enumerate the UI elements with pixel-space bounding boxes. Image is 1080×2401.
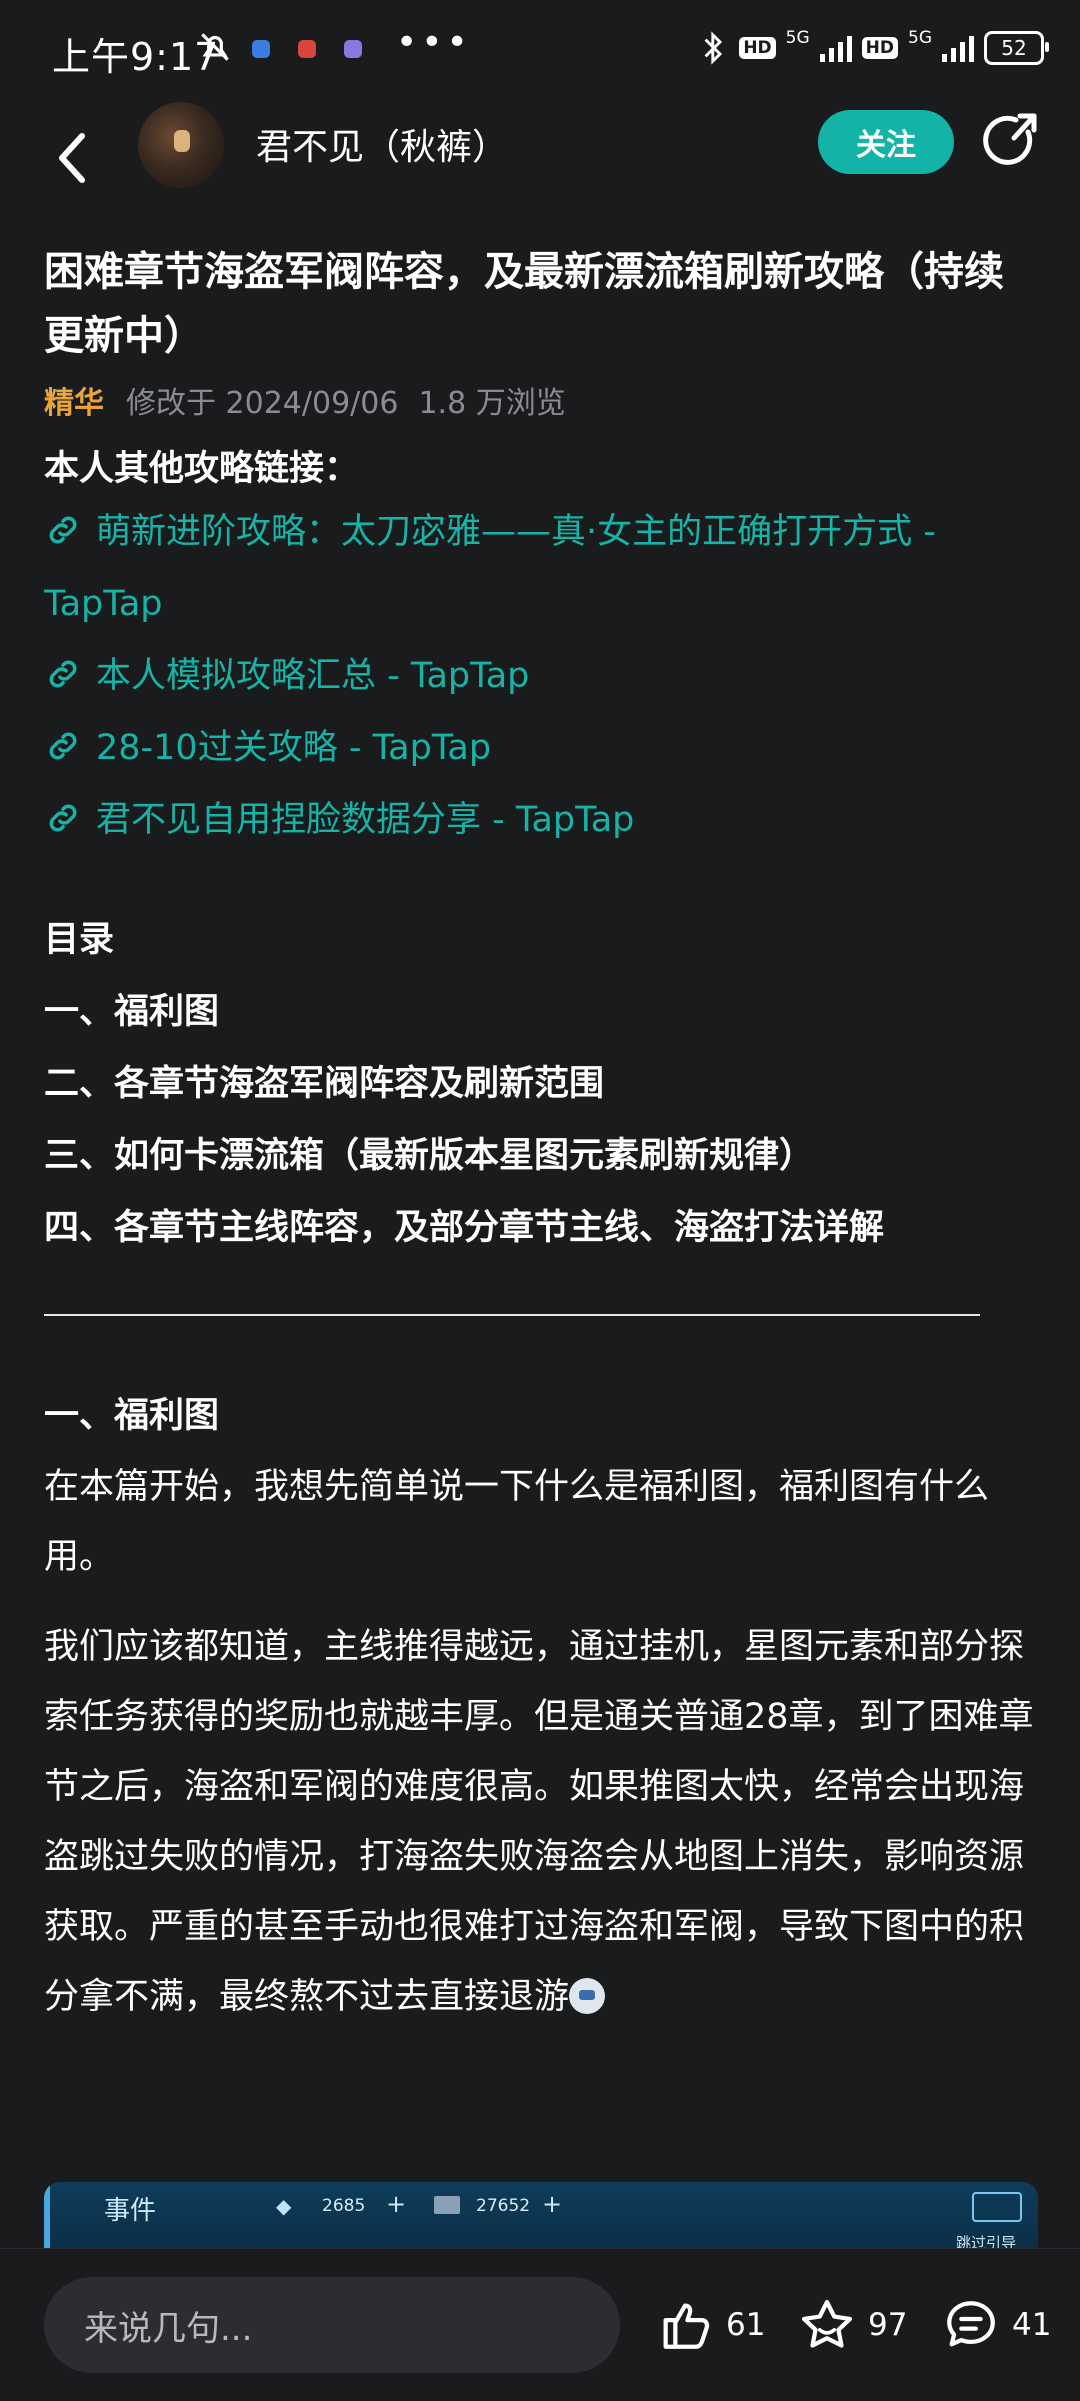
article-image[interactable]: 事件 ◆ 2685 + 27652 + 跳过引导 <box>44 2182 1038 2250</box>
bottom-action-bar: 来说几句... 61 97 41 <box>0 2248 1080 2401</box>
plus-icon: + <box>386 2190 407 2218</box>
gem-value: 2685 <box>322 2196 366 2216</box>
featured-tag: 精华 <box>44 386 104 421</box>
card-value: 27652 <box>476 2196 531 2216</box>
paragraph: 在本篇开始，我想先简单说一下什么是福利图，福利图有什么用。 <box>44 1467 990 1577</box>
like-button[interactable]: 61 <box>656 2293 765 2357</box>
article-title: 困难章节海盗军阀阵容，及最新漂流箱刷新攻略（持续更新中） <box>44 249 1004 359</box>
status-bar: 上午9:17 ••• HD 5G HD 5G 52 <box>0 0 1080 96</box>
paragraph-text: 我们应该都知道，主线推得越远，通过挂机，星图元素和部分探索任务获得的奖励也就越丰… <box>44 1627 1034 2017</box>
guide-link[interactable]: 萌新进阶攻略：太刀宓雅——真·女主的正确打开方式 - TapTap <box>44 496 1040 640</box>
toc-item: 四、各章节主线阵容，及部分章节主线、海盗打法详解 <box>44 1208 885 1248</box>
author-avatar[interactable] <box>138 102 224 188</box>
app-notification-icon <box>344 40 362 58</box>
card-icon <box>434 2196 460 2214</box>
guide-link[interactable]: 28-10过关攻略 - TapTap <box>44 712 1040 784</box>
link-icon <box>49 732 77 760</box>
image-title: 事件 <box>104 2196 157 2226</box>
network-label: 5G <box>785 28 810 48</box>
view-count: 1.8 万浏览 <box>418 386 566 421</box>
article-meta: 精华 修改于 2024/09/06 1.8 万浏览 <box>44 378 1040 422</box>
guide-link[interactable]: 本人模拟攻略汇总 - TapTap <box>44 640 1040 712</box>
link-icon <box>49 660 77 688</box>
status-indicators: HD 5G HD 5G 52 <box>699 28 1049 68</box>
paragraph: 我们应该都知道，主线推得越远，通过挂机，星图元素和部分探索任务获得的奖励也就越丰… <box>44 1612 1040 2032</box>
toc-item: 一、福利图 <box>44 992 220 1032</box>
article-body: 困难章节海盗军阀阵容，及最新漂流箱刷新攻略（持续更新中） 精华 修改于 2024… <box>44 240 1040 2032</box>
guide-link-label: 本人模拟攻略汇总 - TapTap <box>96 656 530 696</box>
share-icon[interactable] <box>982 110 1044 172</box>
bluetooth-icon <box>704 31 723 65</box>
signal-icon <box>942 34 974 62</box>
hd-badge: HD <box>739 37 776 59</box>
battery-icon: 52 <box>984 31 1049 65</box>
menu-icon <box>972 2192 1022 2222</box>
network-label: 5G <box>908 28 932 48</box>
comment-icon <box>947 2301 995 2347</box>
comment-count: 41 <box>1012 2307 1052 2343</box>
favorite-button[interactable]: 97 <box>798 2293 907 2357</box>
signal-icon <box>819 34 852 62</box>
links-heading: 本人其他攻略链接： <box>44 449 360 489</box>
like-count: 61 <box>726 2307 766 2343</box>
guide-link-label: 萌新进阶攻略：太刀宓雅——真·女主的正确打开方式 - TapTap <box>44 512 936 624</box>
divider <box>44 1314 980 1316</box>
favorite-count: 97 <box>868 2307 908 2343</box>
guide-link-label: 28-10过关攻略 - TapTap <box>96 728 492 768</box>
thumbs-up-icon <box>663 2303 710 2349</box>
toc-item: 三、如何卡漂流箱（最新版本星图元素刷新规律） <box>44 1136 815 1176</box>
author-name[interactable]: 君不见（秋裤） <box>256 118 508 170</box>
star-icon <box>801 2299 853 2348</box>
more-notifications-icon: ••• <box>396 22 472 63</box>
back-arrow-icon[interactable] <box>44 114 104 204</box>
guide-link-label: 君不见自用捏脸数据分享 - TapTap <box>96 800 635 840</box>
toc-title: 目录 <box>44 920 115 960</box>
link-icon <box>49 516 77 544</box>
post-header: 君不见（秋裤） 关注 <box>0 96 1080 246</box>
emoji-icon <box>569 1978 606 2014</box>
bell-muted-icon <box>201 33 229 61</box>
comments-button[interactable]: 41 <box>942 2293 1051 2357</box>
comment-input[interactable]: 来说几句... <box>44 2277 620 2373</box>
modified-date: 修改于 2024/09/06 <box>126 386 399 421</box>
app-notification-icon <box>298 40 316 58</box>
plus-icon: + <box>542 2190 563 2218</box>
follow-button[interactable]: 关注 <box>818 110 954 174</box>
status-time: 上午9:17 <box>52 35 220 79</box>
gem-icon: ◆ <box>276 2194 292 2218</box>
app-notification-icon <box>252 40 270 58</box>
hd-badge: HD <box>861 37 898 59</box>
image-frame <box>44 2182 50 2250</box>
link-icon <box>49 804 77 832</box>
guide-link[interactable]: 君不见自用捏脸数据分享 - TapTap <box>44 784 1040 856</box>
toc-item: 二、各章节海盗军阀阵容及刷新范围 <box>44 1064 605 1104</box>
section-heading: 一、福利图 <box>44 1396 220 1436</box>
